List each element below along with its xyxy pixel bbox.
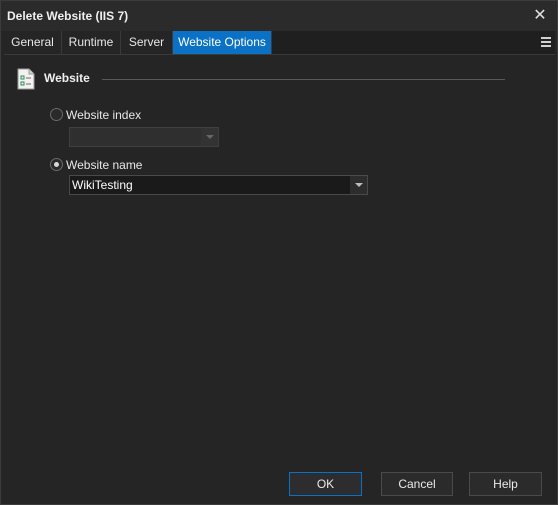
website-name-radio[interactable] bbox=[50, 158, 63, 171]
cancel-button[interactable]: Cancel bbox=[381, 472, 453, 496]
tab-website-options[interactable]: Website Options bbox=[173, 31, 272, 54]
menu-icon[interactable] bbox=[541, 36, 551, 48]
title-bar: Delete Website (IIS 7) ✕ bbox=[1, 1, 557, 31]
chevron-down-icon[interactable] bbox=[350, 176, 367, 194]
close-icon[interactable]: ✕ bbox=[529, 5, 551, 27]
dialog-window: Delete Website (IIS 7) ✕ General Runtime… bbox=[0, 0, 558, 505]
website-index-label[interactable]: Website index bbox=[66, 108, 141, 122]
website-index-combo bbox=[69, 127, 219, 147]
ok-button[interactable]: OK bbox=[289, 472, 362, 496]
window-title: Delete Website (IIS 7) bbox=[7, 9, 129, 23]
tab-server[interactable]: Server bbox=[121, 31, 173, 54]
website-index-radio[interactable] bbox=[50, 108, 63, 121]
tab-bar: General Runtime Server Website Options bbox=[4, 31, 555, 55]
website-name-label[interactable]: Website name bbox=[66, 158, 142, 172]
section-divider bbox=[102, 79, 505, 80]
checklist-document-icon bbox=[17, 68, 35, 90]
website-name-combo[interactable]: WikiTesting bbox=[69, 175, 368, 195]
help-button[interactable]: Help bbox=[469, 472, 542, 496]
tab-general[interactable]: General bbox=[4, 31, 62, 54]
chevron-down-icon bbox=[201, 128, 218, 146]
section-title: Website bbox=[44, 71, 90, 85]
tab-runtime[interactable]: Runtime bbox=[62, 31, 121, 54]
tab-content: Website Website index Website name WikiT… bbox=[4, 55, 555, 500]
website-name-value: WikiTesting bbox=[72, 178, 133, 192]
